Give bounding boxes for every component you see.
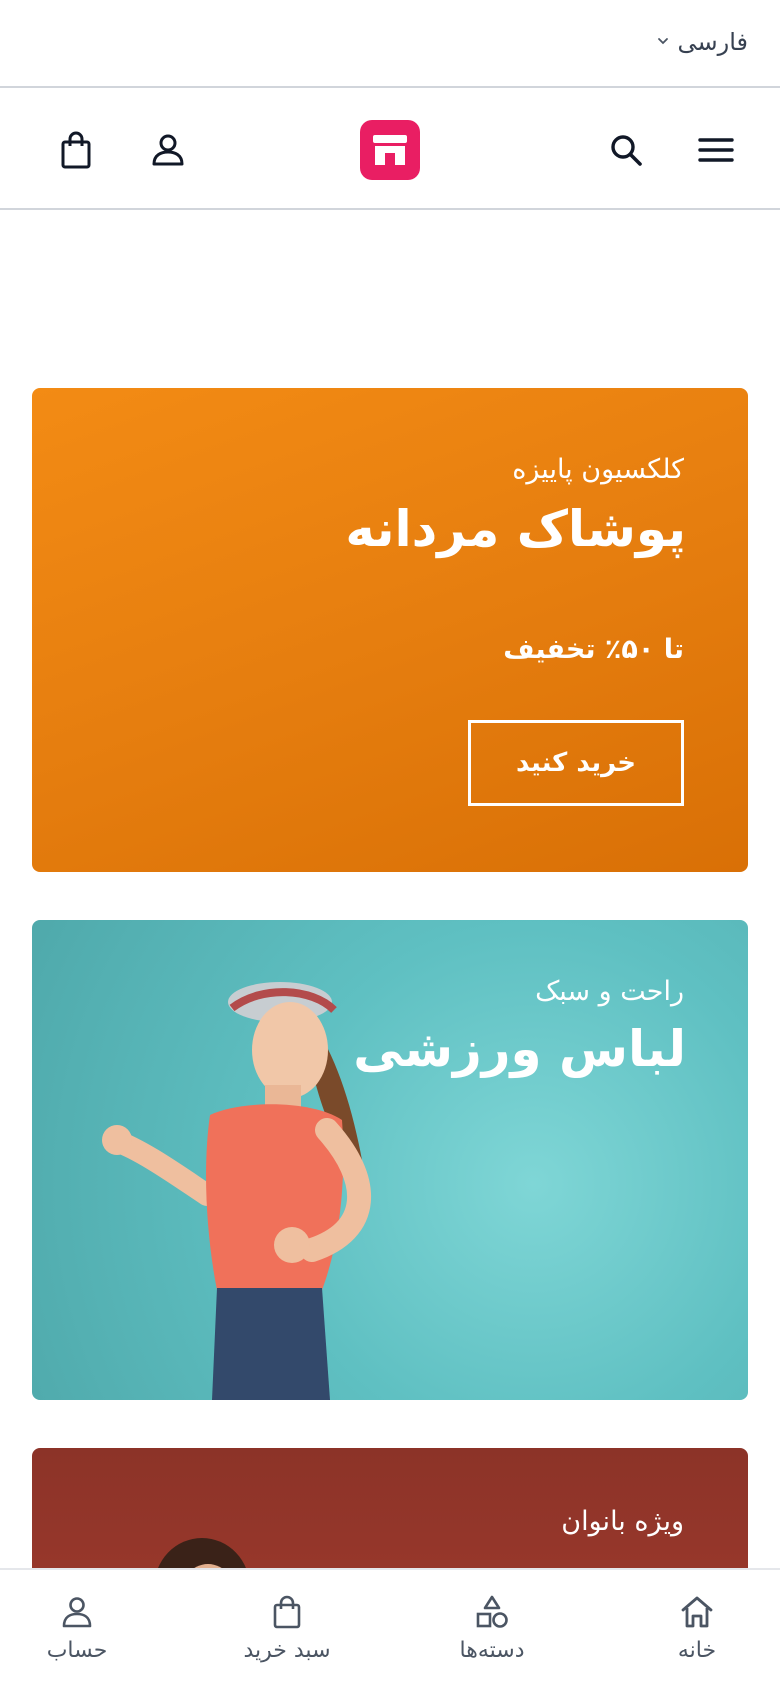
language-selector[interactable]: فارسی xyxy=(656,28,749,56)
banner-subtitle: راحت و سبک xyxy=(535,976,684,1007)
model-photo xyxy=(102,982,371,1400)
shopping-bag-icon xyxy=(273,1595,301,1629)
language-bar: فارسی xyxy=(0,0,780,88)
banner-discount: تا ۵۰٪ تخفیف xyxy=(503,634,684,665)
home-icon xyxy=(681,1596,713,1628)
banner-sportswear[interactable]: راحت و سبک لباس ورزشی xyxy=(32,920,748,1400)
nav-account[interactable]: حساب xyxy=(2,1594,152,1663)
nav-label: حساب xyxy=(46,1638,108,1663)
nav-label: سبد خرید xyxy=(243,1638,331,1663)
banner-title: لباس ورزشی xyxy=(353,1020,686,1078)
user-icon xyxy=(62,1597,92,1628)
nav-cart[interactable]: سبد خرید xyxy=(212,1594,362,1663)
banner-subtitle: ویژه بانوان xyxy=(561,1506,684,1537)
bottom-navigation: خانه دسته‌ها سبد خرید حساب xyxy=(0,1568,780,1688)
store-logo-icon[interactable] xyxy=(360,120,420,180)
search-icon[interactable] xyxy=(600,124,652,176)
banner-mens-clothing[interactable]: کلکسیون پاییزه پوشاک مردانه تا ۵۰٪ تخفیف… xyxy=(32,388,748,872)
categories-icon xyxy=(476,1595,508,1628)
banner-subtitle: کلکسیون پاییزه xyxy=(512,454,684,485)
menu-icon[interactable] xyxy=(690,124,742,176)
chevron-down-icon xyxy=(656,33,670,52)
nav-categories[interactable]: دسته‌ها xyxy=(417,1594,567,1663)
banner-title: پوشاک مردانه xyxy=(345,500,686,558)
nav-home[interactable]: خانه xyxy=(622,1594,772,1663)
shopping-bag-icon[interactable] xyxy=(50,124,102,176)
language-label: فارسی xyxy=(677,28,749,56)
user-icon[interactable] xyxy=(142,124,194,176)
site-header xyxy=(0,90,780,210)
shop-now-button[interactable]: خرید کنید xyxy=(468,720,684,806)
nav-label: خانه xyxy=(677,1638,717,1663)
nav-label: دسته‌ها xyxy=(459,1638,525,1663)
